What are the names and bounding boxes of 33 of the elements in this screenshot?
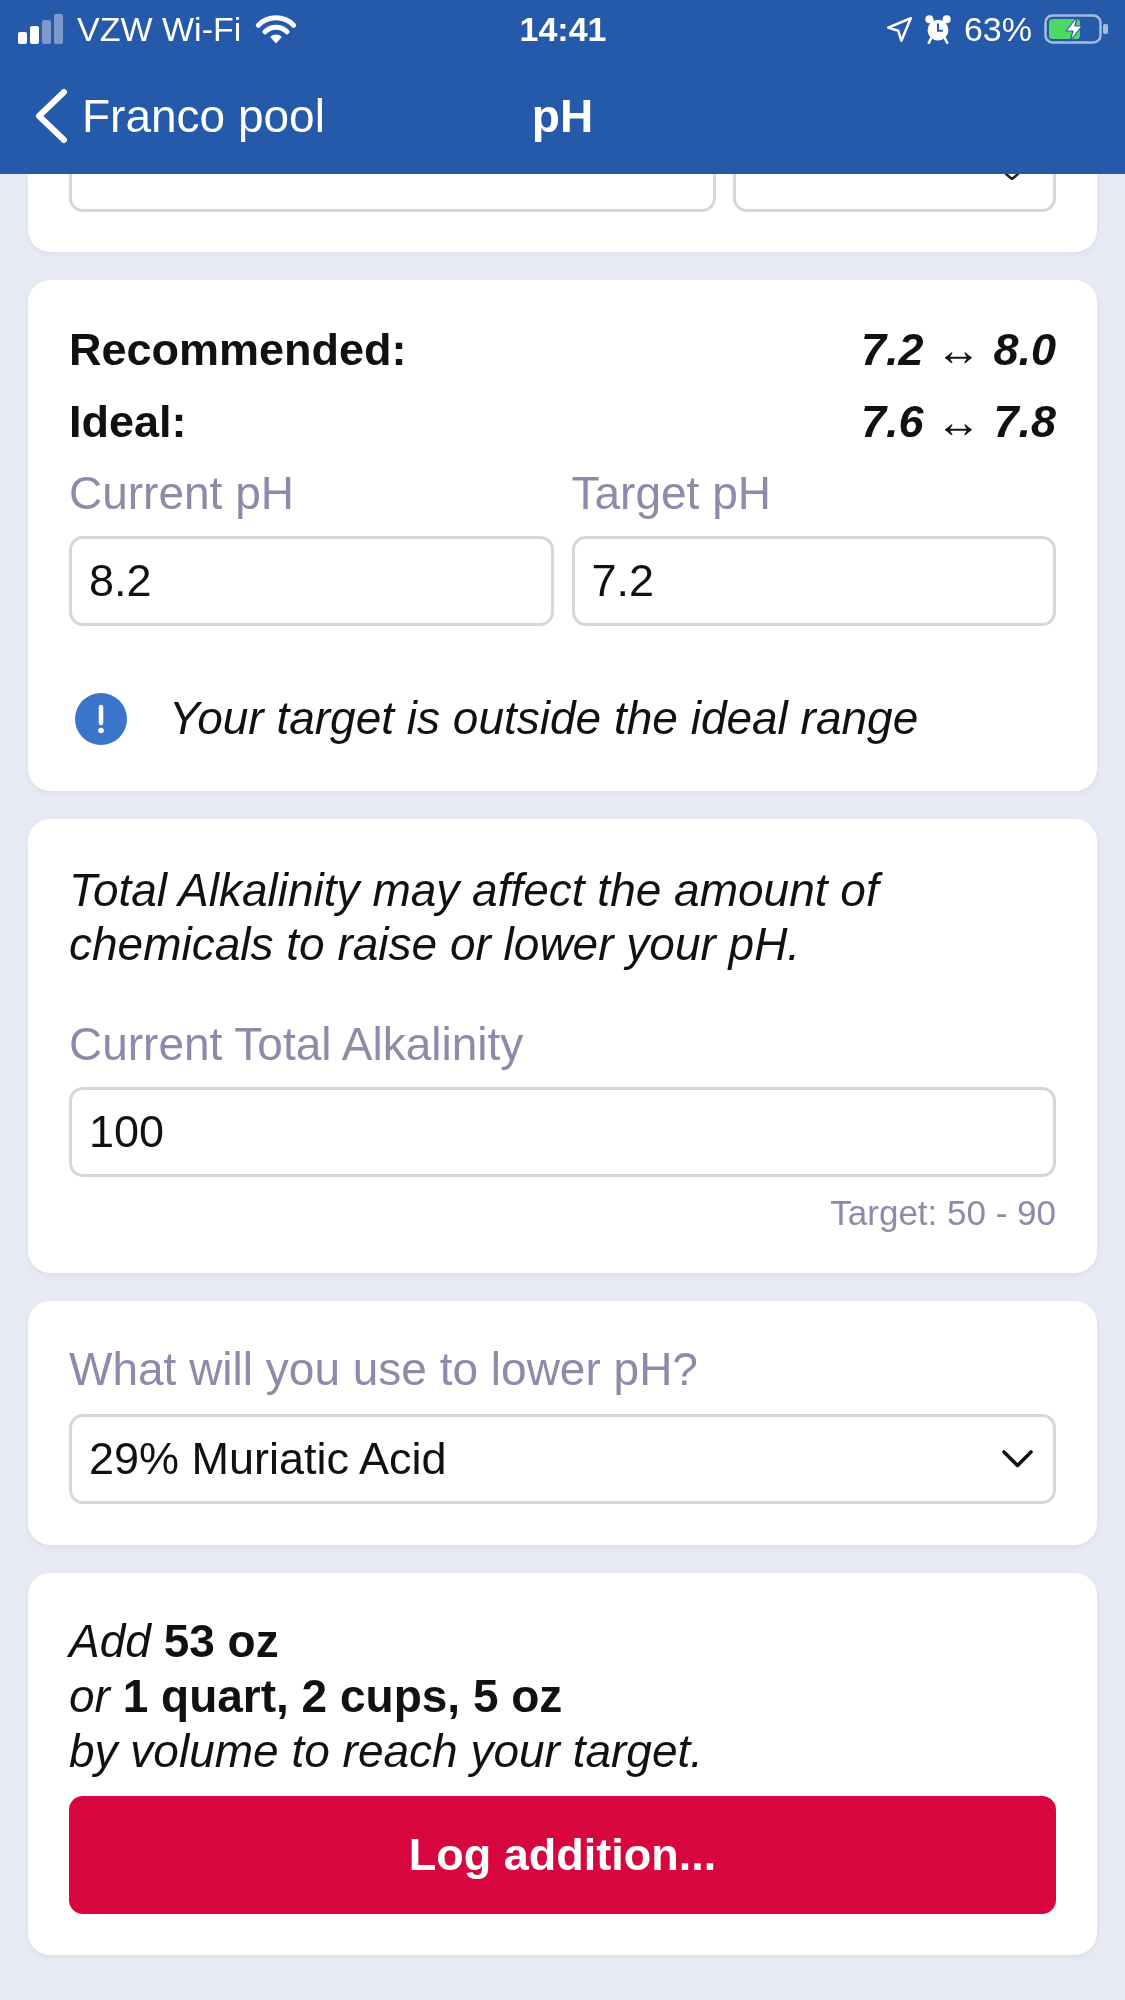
page-title: pH bbox=[531, 89, 594, 144]
field-label: Current Total Alkalinity bbox=[69, 1017, 524, 1072]
alarm-clock-icon bbox=[923, 14, 952, 44]
range-value: 7.2 ↔ 8.0 bbox=[860, 323, 1056, 377]
location-arrow-icon bbox=[886, 16, 912, 42]
dropdown-field[interactable]: 29% Muriatic Acid bbox=[69, 1414, 1056, 1504]
dropdown-field[interactable] bbox=[732, 174, 1056, 212]
field-label: What will you use to lower pH? bbox=[69, 1342, 698, 1397]
battery-charging-icon bbox=[1044, 14, 1108, 44]
info-text: Total Alkalinity may affect the amount of chemicals to raise or lower your pH. bbox=[69, 863, 1056, 971]
dosage-text: Add 53 oz or 1 quart, 2 cups, 5 oz by volume to reach your target. bbox=[69, 1614, 705, 1779]
input-field[interactable]: 8.2 bbox=[69, 536, 554, 626]
field-label: Target pH bbox=[571, 466, 771, 521]
signal-icon bbox=[18, 14, 63, 44]
carrier-text: VZW Wi-Fi bbox=[77, 9, 242, 49]
text-field[interactable] bbox=[69, 174, 716, 212]
range-label: Recommended: bbox=[69, 323, 407, 377]
range-value: 7.6 ↔ 7.8 bbox=[860, 395, 1056, 449]
log-addition-button[interactable]: Log addition... bbox=[69, 1796, 1056, 1914]
field-label: Current pH bbox=[69, 466, 294, 521]
chevron-down-icon bbox=[1005, 174, 1019, 180]
back-chevron-icon bbox=[34, 88, 68, 144]
target-hint: Target: 50 - 90 bbox=[830, 1192, 1056, 1234]
input-field[interactable]: 7.2 bbox=[571, 536, 1056, 626]
back-button[interactable]: Franco pool bbox=[34, 88, 325, 144]
battery-percent: 63% bbox=[963, 9, 1032, 49]
clock-time: 14:41 bbox=[519, 9, 607, 49]
input-field[interactable]: 100 bbox=[69, 1087, 1056, 1177]
range-label: Ideal: bbox=[69, 395, 187, 449]
exclamation-icon bbox=[75, 692, 127, 745]
warning-text: Your target is outside the ideal range bbox=[169, 692, 919, 745]
chevron-down-icon bbox=[1002, 1450, 1033, 1468]
wifi-icon bbox=[255, 14, 298, 44]
